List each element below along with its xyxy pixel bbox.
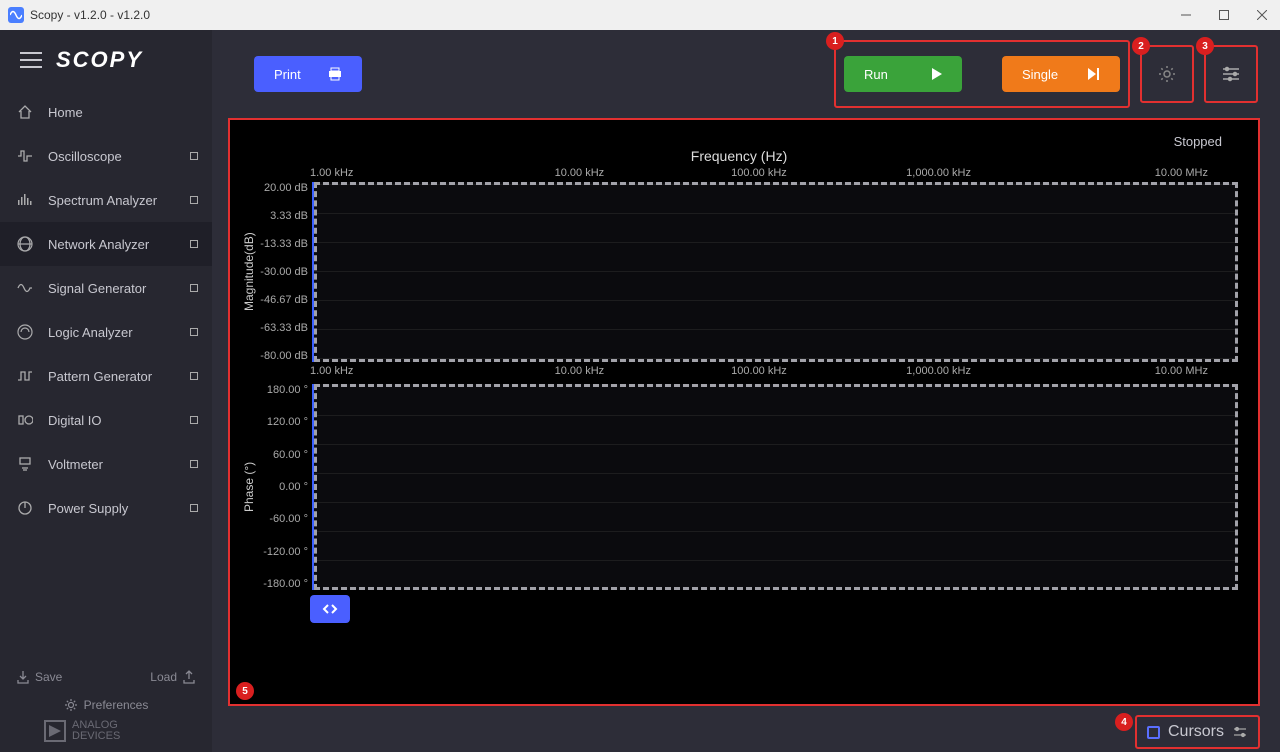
callout-1: 1 Run Single xyxy=(834,40,1130,108)
sliders-icon[interactable] xyxy=(1232,724,1248,740)
sidebar: SCOPY Home Oscilloscope Spectrum Analyze… xyxy=(0,30,212,752)
nav-label: Signal Generator xyxy=(48,281,146,296)
marker-2: 2 xyxy=(1132,37,1150,55)
sidebar-item-digitalio[interactable]: Digital IO xyxy=(0,398,212,442)
indicator-icon xyxy=(190,460,198,468)
load-button[interactable]: Load xyxy=(150,670,196,684)
sidebar-item-power[interactable]: Power Supply xyxy=(0,486,212,530)
phase-xaxis-ticks: 1.00 kHz10.00 kHz100.00 kHz1,000.00 kHz1… xyxy=(240,362,1238,380)
plot-area-callout-5: Stopped Frequency (Hz) 1.00 kHz10.00 kHz… xyxy=(228,118,1260,706)
mag-plot[interactable] xyxy=(312,182,1238,362)
window-title: Scopy - v1.2.0 - v1.2.0 xyxy=(30,8,150,22)
expand-button[interactable] xyxy=(310,595,350,623)
callout-3: 3 xyxy=(1204,45,1258,103)
preferences-button[interactable]: Preferences xyxy=(16,692,196,718)
logic-icon xyxy=(16,323,34,341)
mag-xaxis-ticks: 1.00 kHz10.00 kHz100.00 kHz1,000.00 kHz1… xyxy=(240,164,1238,182)
gear-icon xyxy=(1157,64,1177,84)
marker-1: 1 xyxy=(826,32,844,50)
siggen-icon xyxy=(16,280,34,296)
home-icon xyxy=(16,104,34,120)
nav-list: Home Oscilloscope Spectrum Analyzer Netw… xyxy=(0,90,212,530)
config-button[interactable] xyxy=(1214,57,1248,91)
callout-4: 4 Cursors xyxy=(1135,715,1260,749)
save-button[interactable]: Save xyxy=(16,670,62,684)
sliders-icon xyxy=(1221,64,1241,84)
sidebar-item-logic[interactable]: Logic Analyzer xyxy=(0,310,212,354)
sidebar-item-network[interactable]: Network Analyzer xyxy=(0,222,212,266)
magnitude-chart[interactable]: Magnitude(dB) 20.00 dB3.33 dB-13.33 dB-3… xyxy=(240,182,1238,362)
cursors-checkbox[interactable] xyxy=(1147,726,1160,739)
marker-4: 4 xyxy=(1115,713,1133,731)
nav-label: Digital IO xyxy=(48,413,101,428)
window-minimize-button[interactable] xyxy=(1176,5,1196,25)
network-icon xyxy=(16,235,34,253)
nav-label: Voltmeter xyxy=(48,457,103,472)
sidebar-item-voltmeter[interactable]: Voltmeter xyxy=(0,442,212,486)
nav-label: Home xyxy=(48,105,83,120)
indicator-icon xyxy=(190,328,198,336)
pattern-icon xyxy=(16,368,34,384)
sidebar-item-siggen[interactable]: Signal Generator xyxy=(0,266,212,310)
nav-label: Network Analyzer xyxy=(48,237,149,252)
nav-label: Pattern Generator xyxy=(48,369,152,384)
phase-plot[interactable] xyxy=(312,384,1238,590)
callout-2: 2 xyxy=(1140,45,1194,103)
run-status: Stopped xyxy=(1174,134,1222,149)
nav-label: Logic Analyzer xyxy=(48,325,133,340)
spectrum-icon xyxy=(16,192,34,208)
mag-yticks: 20.00 dB3.33 dB-13.33 dB-30.00 dB-46.67 … xyxy=(258,182,312,362)
mag-ylabel: Magnitude(dB) xyxy=(240,182,258,362)
play-icon xyxy=(932,68,942,80)
window-titlebar: Scopy - v1.2.0 - v1.2.0 xyxy=(0,0,1280,30)
menu-icon[interactable] xyxy=(20,52,42,68)
nav-label: Oscilloscope xyxy=(48,149,122,164)
indicator-icon xyxy=(190,152,198,160)
step-icon xyxy=(1088,68,1100,80)
nav-label: Spectrum Analyzer xyxy=(48,193,157,208)
vendor-logo: ANALOGDEVICES xyxy=(16,718,196,744)
indicator-icon xyxy=(190,504,198,512)
app-icon xyxy=(8,7,24,23)
sidebar-item-oscilloscope[interactable]: Oscilloscope xyxy=(0,134,212,178)
main-content: Print 1 Run Single 2 xyxy=(212,30,1280,752)
indicator-icon xyxy=(190,372,198,380)
indicator-icon xyxy=(190,196,198,204)
toolbar: Print 1 Run Single 2 xyxy=(212,30,1280,118)
app-logo: SCOPY xyxy=(56,47,143,73)
phase-ylabel: Phase (°) xyxy=(240,384,258,590)
x-axis-title: Frequency (Hz) xyxy=(240,148,1238,164)
power-icon xyxy=(16,500,34,516)
run-button[interactable]: Run xyxy=(844,56,962,92)
window-maximize-button[interactable] xyxy=(1214,5,1234,25)
marker-5: 5 xyxy=(236,682,254,700)
settings-button[interactable] xyxy=(1150,57,1184,91)
phase-chart[interactable]: Phase (°) 180.00 °120.00 °60.00 °0.00 °-… xyxy=(240,384,1238,590)
indicator-icon xyxy=(190,284,198,292)
marker-3: 3 xyxy=(1196,37,1214,55)
sidebar-item-home[interactable]: Home xyxy=(0,90,212,134)
print-button[interactable]: Print xyxy=(254,56,362,92)
single-button[interactable]: Single xyxy=(1002,56,1120,92)
sidebar-item-pattern[interactable]: Pattern Generator xyxy=(0,354,212,398)
chevron-lr-icon xyxy=(321,602,339,616)
digitalio-icon xyxy=(16,412,34,428)
sidebar-item-spectrum[interactable]: Spectrum Analyzer xyxy=(0,178,212,222)
footer-bar: 4 Cursors xyxy=(212,712,1280,752)
indicator-icon xyxy=(190,240,198,248)
voltmeter-icon xyxy=(16,456,34,472)
cursors-label: Cursors xyxy=(1168,723,1224,741)
osc-icon xyxy=(16,148,34,164)
nav-label: Power Supply xyxy=(48,501,128,516)
print-icon xyxy=(328,67,342,81)
indicator-icon xyxy=(190,416,198,424)
phase-yticks: 180.00 °120.00 °60.00 °0.00 °-60.00 °-12… xyxy=(258,384,312,590)
window-close-button[interactable] xyxy=(1252,5,1272,25)
